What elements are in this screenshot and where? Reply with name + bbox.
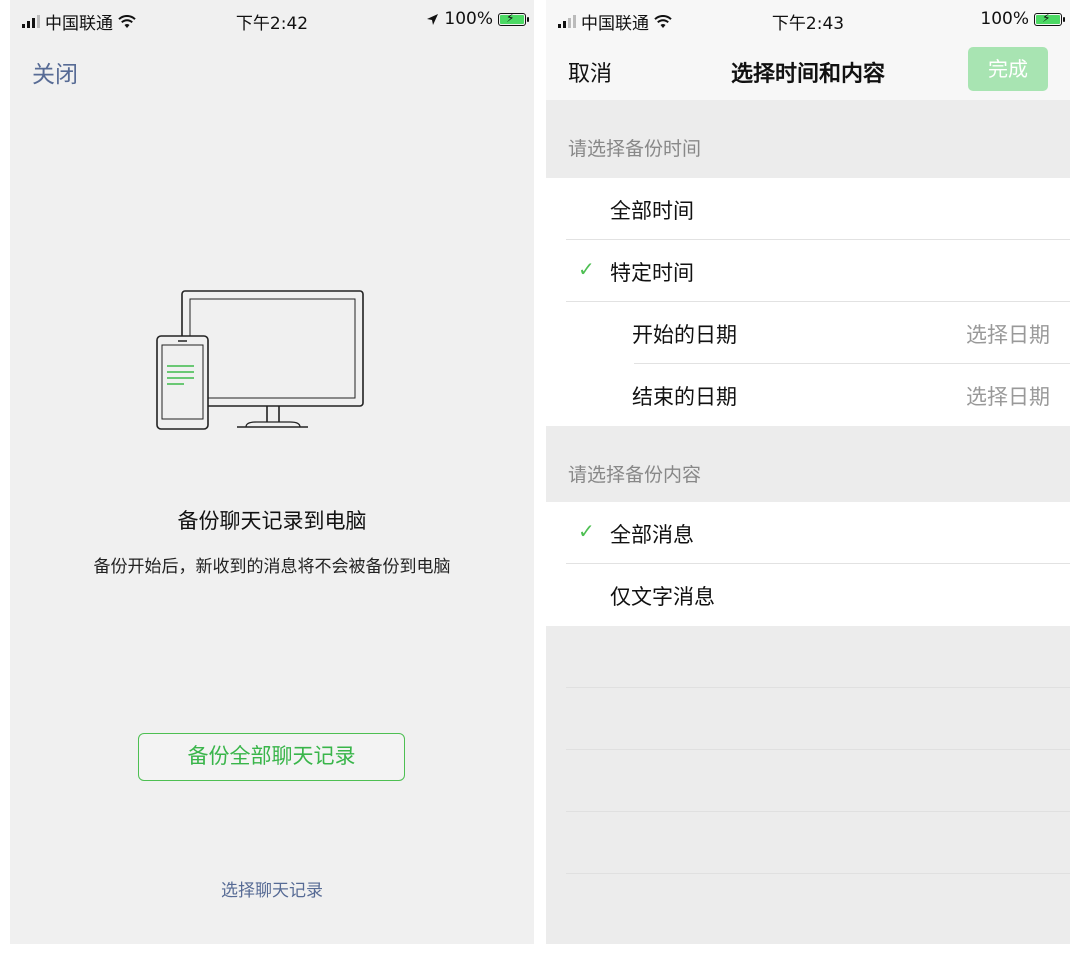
select-chat-link[interactable]: 选择聊天记录 <box>10 876 534 901</box>
start-date-value: 选择日期 <box>966 323 1050 347</box>
battery-charging-icon: ⚡ <box>498 11 529 26</box>
close-button[interactable]: 关闭 <box>32 55 78 89</box>
phone-computer-illustration <box>156 290 364 430</box>
time-options-group: 全部时间 ✓ 特定时间 开始的日期 选择日期 结束的日期 选择日期 <box>546 178 1070 426</box>
done-button[interactable]: 完成 <box>968 47 1048 91</box>
end-date-row[interactable]: 结束的日期 选择日期 <box>546 364 1070 426</box>
backup-intro-screen: 中国联通 下午2:42 100% ⚡ 关闭 备份聊天记录到电脑 备份开始后，新收… <box>10 0 534 944</box>
status-right: 100% ⚡ <box>426 9 529 29</box>
divider <box>566 811 1070 812</box>
content-section-header: 请选择备份内容 <box>546 426 1070 504</box>
empty-area <box>546 626 1070 944</box>
time-section-header: 请选择备份时间 <box>546 100 1070 178</box>
select-time-content-screen: 中国联通 下午2:43 100% ⚡ 取消 选择时间和内容 完成 请选择备份时间… <box>546 0 1070 944</box>
option-label: 全部时间 <box>610 199 694 223</box>
content-options-group: ✓ 全部消息 仅文字消息 <box>546 502 1070 626</box>
section-header-label: 请选择备份时间 <box>568 138 702 160</box>
page-title: 备份聊天记录到电脑 <box>177 509 367 533</box>
option-label: 全部消息 <box>610 523 694 547</box>
section-header-label: 请选择备份内容 <box>568 464 702 486</box>
battery-percent: 100% <box>980 9 1029 29</box>
status-right: 100% ⚡ <box>980 9 1065 29</box>
location-arrow-icon <box>427 13 439 25</box>
nav-bar: 取消 选择时间和内容 完成 <box>546 40 1070 100</box>
option-specific-time[interactable]: ✓ 特定时间 <box>546 240 1070 302</box>
status-bar: 中国联通 下午2:43 100% ⚡ <box>546 0 1070 40</box>
end-date-value: 选择日期 <box>966 385 1050 409</box>
backup-all-button[interactable]: 备份全部聊天记录 <box>138 733 405 781</box>
status-bar: 中国联通 下午2:42 100% ⚡ <box>10 0 534 40</box>
option-label: 特定时间 <box>610 261 694 285</box>
option-all-messages[interactable]: ✓ 全部消息 <box>546 502 1070 564</box>
option-label: 仅文字消息 <box>610 585 715 609</box>
divider <box>566 873 1070 874</box>
divider <box>566 749 1070 750</box>
battery-charging-icon: ⚡ <box>1034 11 1065 26</box>
option-all-time[interactable]: 全部时间 <box>546 178 1070 240</box>
divider <box>566 687 1070 688</box>
checkmark-icon: ✓ <box>578 257 595 281</box>
option-text-only[interactable]: 仅文字消息 <box>546 564 1070 626</box>
start-date-row[interactable]: 开始的日期 选择日期 <box>546 302 1070 364</box>
start-date-label: 开始的日期 <box>632 323 737 347</box>
checkmark-icon: ✓ <box>578 519 595 543</box>
end-date-label: 结束的日期 <box>632 385 737 409</box>
battery-percent: 100% <box>444 9 493 29</box>
page-subtitle: 备份开始后，新收到的消息将不会被备份到电脑 <box>93 557 451 577</box>
